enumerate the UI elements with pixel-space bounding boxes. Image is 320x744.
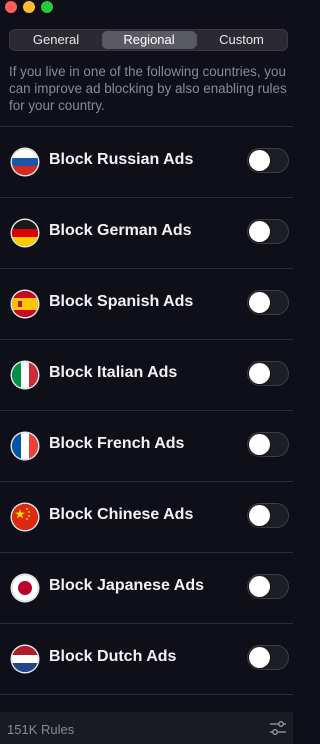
- filter-row-chinese: Block Chinese Ads: [0, 482, 293, 553]
- russian-ads-toggle[interactable]: [247, 148, 289, 173]
- chinese-ads-toggle[interactable]: [247, 503, 289, 528]
- category-tabs: General Regional Custom: [9, 29, 288, 51]
- filter-label: Block Russian Ads: [49, 151, 194, 168]
- japan-flag-icon: [12, 575, 38, 601]
- tab-general[interactable]: General: [11, 31, 101, 49]
- filter-label: Block Japanese Ads: [49, 577, 205, 594]
- italian-ads-toggle[interactable]: [247, 361, 289, 386]
- filter-row-japanese: Block Japanese Ads: [0, 553, 293, 624]
- filter-label: Block Chinese Ads: [49, 506, 194, 523]
- toggle-knob: [249, 292, 270, 313]
- sliders-icon[interactable]: [269, 720, 287, 736]
- german-ads-toggle[interactable]: [247, 219, 289, 244]
- status-footer: 151K Rules: [0, 712, 293, 744]
- russia-flag-icon: [12, 149, 38, 175]
- spain-flag-icon: [12, 291, 38, 317]
- toggle-knob: [249, 363, 270, 384]
- spanish-ads-toggle[interactable]: [247, 290, 289, 315]
- toggle-knob: [249, 576, 270, 597]
- filter-row-dutch: Block Dutch Ads: [0, 624, 293, 695]
- app-window: General Regional Custom If you live in o…: [0, 0, 293, 744]
- tab-regional[interactable]: Regional: [102, 31, 196, 49]
- regional-description: If you live in one of the following coun…: [9, 64, 287, 113]
- close-window-button[interactable]: [5, 1, 17, 13]
- italy-flag-icon: [12, 362, 38, 388]
- germany-flag-icon: [12, 220, 38, 246]
- filter-row-french: Block French Ads: [0, 411, 293, 482]
- filter-row-russian: Block Russian Ads: [0, 127, 293, 198]
- filter-label: Block Italian Ads: [49, 364, 178, 381]
- minimize-window-button[interactable]: [23, 1, 35, 13]
- maximize-window-button[interactable]: [41, 1, 53, 13]
- rules-count: 151K Rules: [7, 722, 75, 737]
- filter-row-german: Block German Ads: [0, 198, 293, 269]
- title-bar: [0, 0, 293, 22]
- toggle-knob: [249, 434, 270, 455]
- netherlands-flag-icon: [12, 646, 38, 672]
- china-flag-icon: [12, 504, 38, 530]
- toggle-knob: [249, 221, 270, 242]
- filter-row-italian: Block Italian Ads: [0, 340, 293, 411]
- japanese-ads-toggle[interactable]: [247, 574, 289, 599]
- filter-label: Block German Ads: [49, 222, 192, 239]
- tab-custom[interactable]: Custom: [197, 31, 286, 49]
- filter-row-spanish: Block Spanish Ads: [0, 269, 293, 340]
- dutch-ads-toggle[interactable]: [247, 645, 289, 670]
- toggle-knob: [249, 150, 270, 171]
- filter-label: Block Dutch Ads: [49, 648, 177, 665]
- filter-label: Block Spanish Ads: [49, 293, 194, 310]
- filter-label: Block French Ads: [49, 435, 185, 452]
- france-flag-icon: [12, 433, 38, 459]
- toggle-knob: [249, 505, 270, 526]
- toggle-knob: [249, 647, 270, 668]
- french-ads-toggle[interactable]: [247, 432, 289, 457]
